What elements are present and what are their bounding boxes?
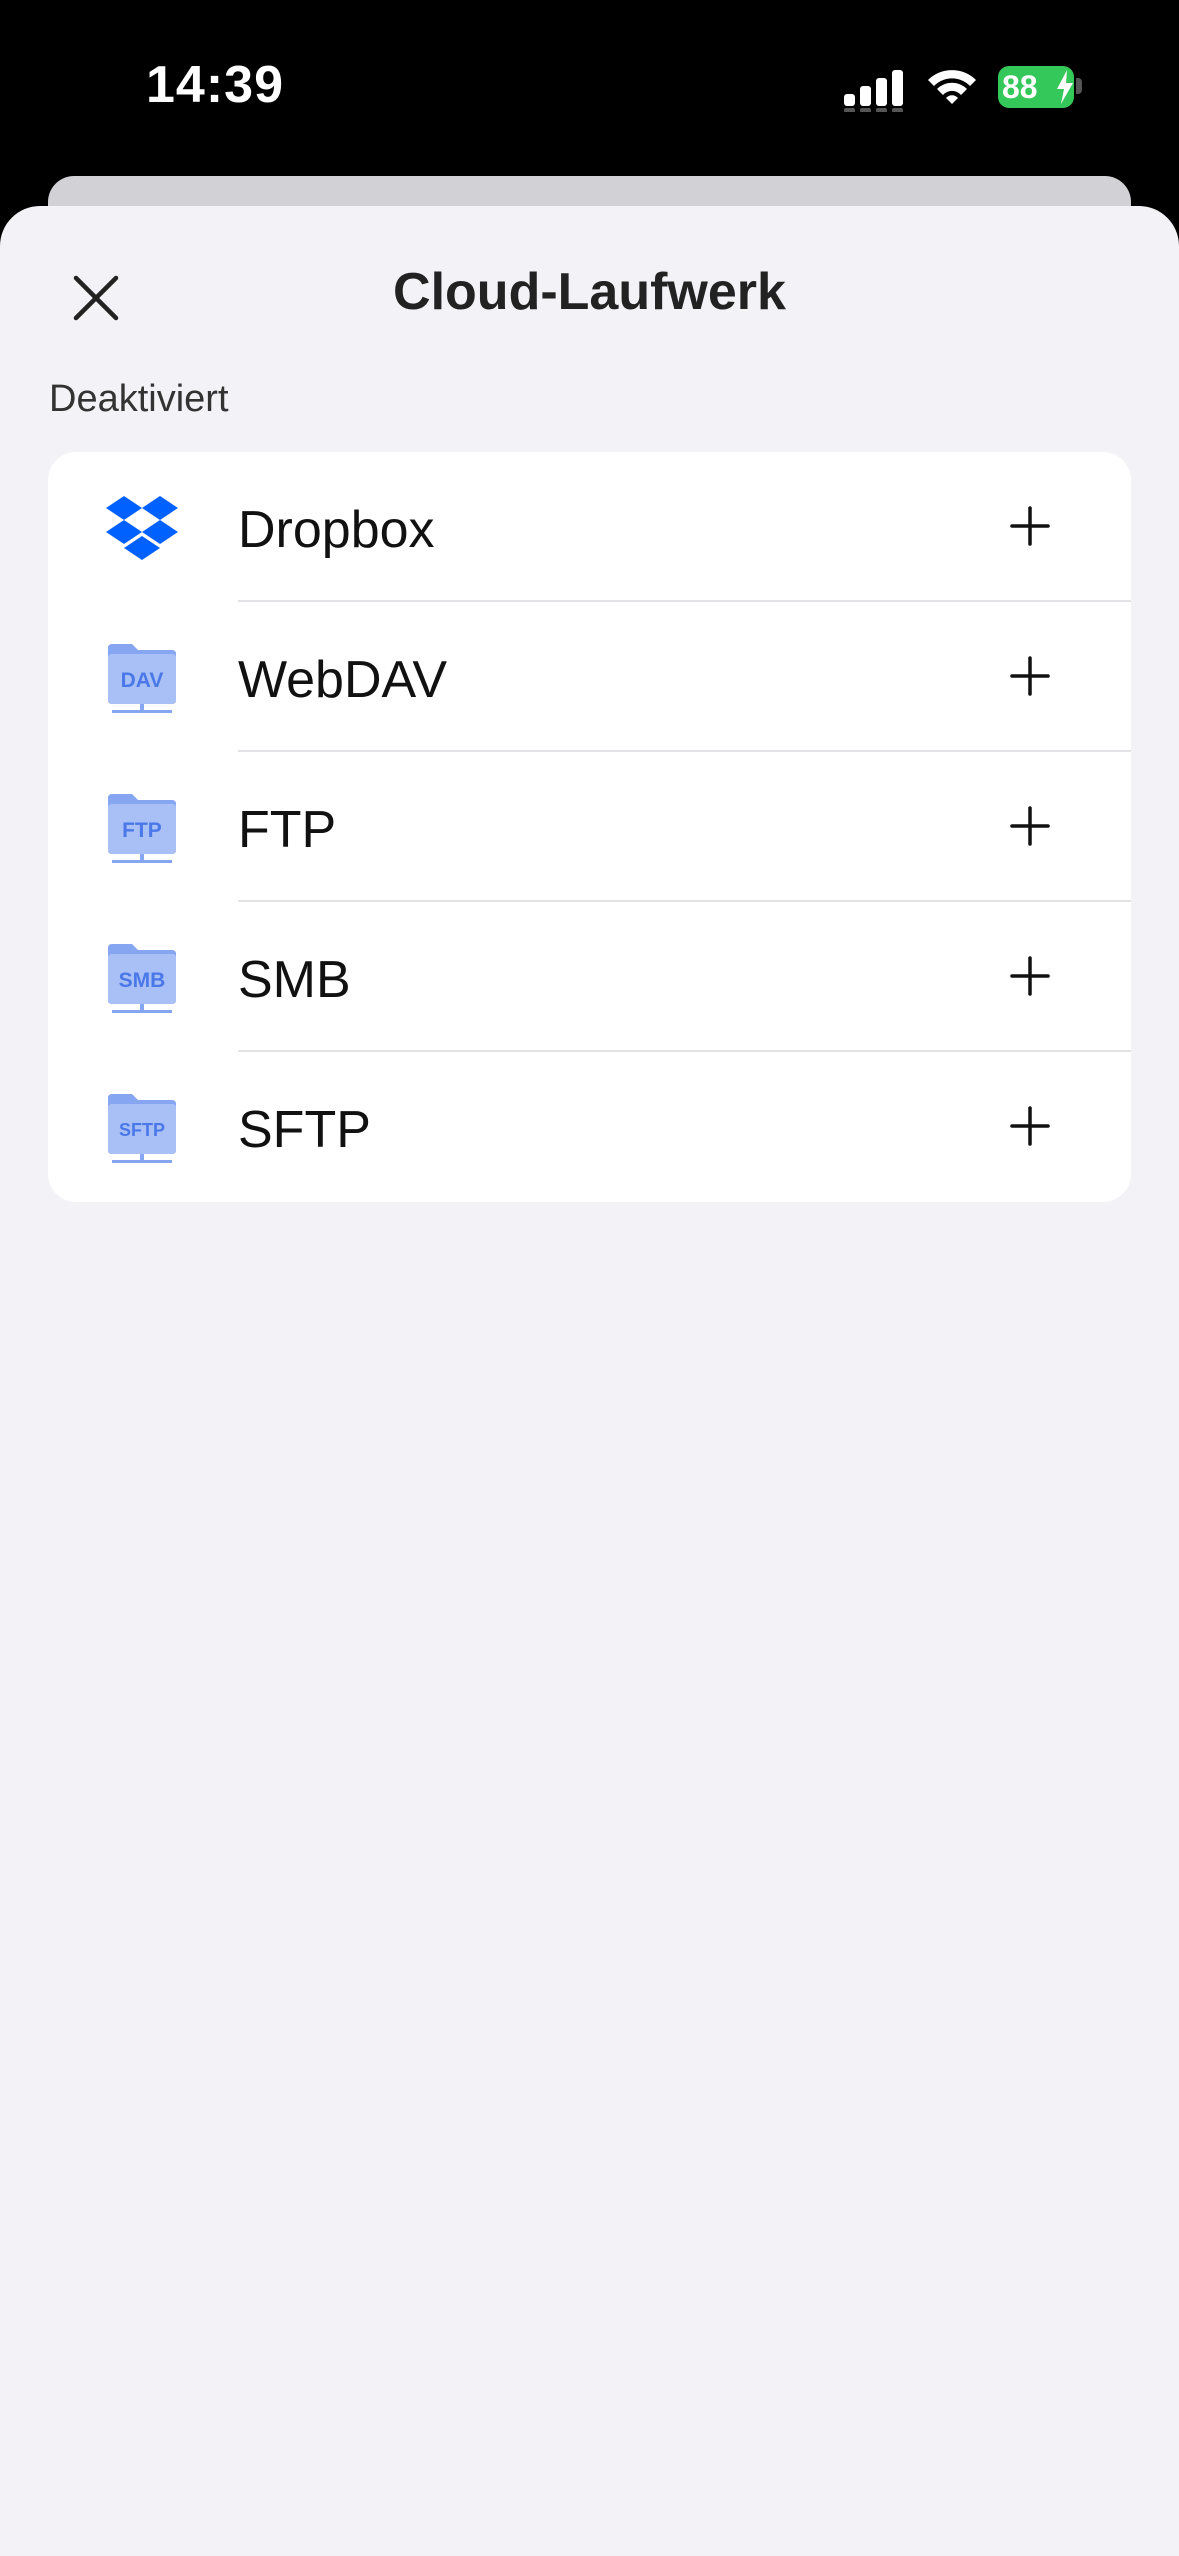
sheet-title: Cloud-Laufwerk (393, 263, 786, 321)
add-button[interactable] (1000, 1096, 1060, 1156)
plus-icon (1010, 506, 1050, 546)
folder-badge: DAV (121, 669, 164, 692)
webdav-folder-icon: DAV (108, 644, 176, 713)
battery-level: 88 (1002, 69, 1038, 105)
list-item-label: SFTP (238, 1101, 371, 1159)
list-item-smb[interactable]: SMB SMB (48, 902, 1131, 1052)
wifi-icon (928, 70, 976, 104)
list-item-sftp[interactable]: SFTP SFTP (48, 1052, 1131, 1202)
plus-icon (1010, 956, 1050, 996)
list-item-label: Dropbox (238, 501, 435, 559)
cloud-drive-sheet: Cloud-Laufwerk Deaktiviert Dropbox DAV W… (0, 206, 1179, 2556)
add-button[interactable] (1000, 946, 1060, 1006)
add-button[interactable] (1000, 796, 1060, 856)
section-label-deactivated: Deaktiviert (49, 378, 229, 420)
charging-bolt-icon (1057, 70, 1073, 104)
battery-cap (1076, 78, 1082, 94)
list-item-label: SMB (238, 951, 351, 1009)
plus-icon (1010, 656, 1050, 696)
folder-badge: SMB (119, 969, 166, 992)
folder-badge: FTP (122, 819, 162, 842)
ftp-folder-icon: FTP (108, 794, 176, 863)
plus-icon (1010, 1106, 1050, 1146)
list-item-webdav[interactable]: DAV WebDAV (48, 602, 1131, 752)
folder-badge: SFTP (119, 1120, 165, 1140)
services-list: Dropbox DAV WebDAV FTP FTP SMB SMB SFTP … (48, 452, 1131, 1202)
dropbox-icon (106, 496, 178, 560)
plus-icon (1010, 806, 1050, 846)
add-button[interactable] (1000, 646, 1060, 706)
status-icons: 88 (840, 64, 1090, 112)
smb-folder-icon: SMB (108, 944, 176, 1013)
cellular-signal-icon (844, 70, 903, 112)
list-item-label: WebDAV (238, 651, 448, 709)
list-item-dropbox[interactable]: Dropbox (48, 452, 1131, 602)
list-item-label: FTP (238, 801, 337, 859)
status-bar: 14:39 88 (0, 0, 1179, 176)
add-button[interactable] (1000, 496, 1060, 556)
sftp-folder-icon: SFTP (108, 1094, 176, 1163)
list-item-ftp[interactable]: FTP FTP (48, 752, 1131, 902)
status-time: 14:39 (146, 56, 284, 114)
